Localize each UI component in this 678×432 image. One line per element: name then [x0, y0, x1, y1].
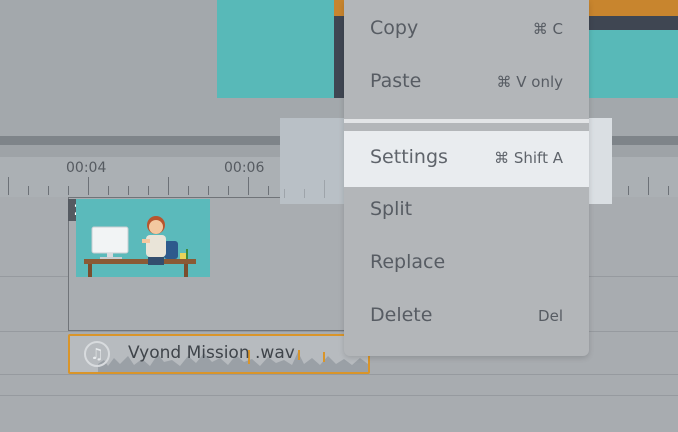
ruler-tick	[648, 177, 649, 195]
menu-separator	[344, 119, 589, 123]
ruler-label-0006: 00:06	[224, 160, 265, 176]
menu-item-shortcut: ⌘ Shift A	[494, 149, 563, 167]
ruler-tick	[188, 186, 189, 195]
ruler-tick	[228, 186, 229, 195]
ruler-tick	[208, 186, 209, 195]
ruler-label-0004: 00:04	[66, 160, 107, 176]
ruler-tick	[8, 177, 9, 195]
ruler-tick	[248, 177, 249, 195]
ruler-tick	[108, 186, 109, 195]
track-divider	[0, 374, 678, 375]
menu-item-split[interactable]: Split	[344, 184, 589, 237]
ruler-tick	[68, 186, 69, 195]
menu-item-delete[interactable]: Delete Del	[344, 290, 589, 343]
menu-item-shortcut: ⌘ V only	[496, 73, 563, 91]
menu-item-copy[interactable]: Copy ⌘ C	[344, 3, 589, 56]
menu-item-label: Split	[370, 198, 413, 220]
menu-item-label: Replace	[370, 251, 446, 273]
menu-item-label: Delete	[370, 304, 433, 326]
menu-item-replace[interactable]: Replace	[344, 237, 589, 290]
ruler-tick	[128, 186, 129, 195]
track-divider	[0, 395, 678, 396]
ruler-tick	[148, 186, 149, 195]
clip-thumbnail[interactable]	[76, 199, 210, 277]
ruler-tick	[168, 177, 169, 195]
menu-item-settings[interactable]: Settings ⌘ Shift A	[344, 131, 589, 187]
menu-item-paste[interactable]: Paste ⌘ V only	[344, 56, 589, 109]
menu-item-shortcut: ⌘ C	[532, 20, 563, 38]
ruler-tick	[88, 177, 89, 195]
ruler-tick	[268, 186, 269, 195]
office-worker-illustration	[76, 199, 210, 277]
ruler-tick	[668, 186, 669, 195]
ruler-tick	[628, 186, 629, 195]
music-note-icon: ♫	[84, 341, 110, 367]
ruler-tick	[28, 186, 29, 195]
menu-item-shortcut: Del	[538, 307, 563, 325]
menu-item-label: Settings	[370, 146, 448, 168]
audio-clip[interactable]: ♫ Vyond Mission .wav	[68, 334, 370, 374]
menu-item-label: Paste	[370, 70, 422, 92]
audio-clip-label: Vyond Mission .wav	[128, 343, 295, 363]
highlight-spotlight-ruler	[280, 118, 344, 204]
menu-item-label: Copy	[370, 17, 419, 39]
ruler-tick	[48, 186, 49, 195]
